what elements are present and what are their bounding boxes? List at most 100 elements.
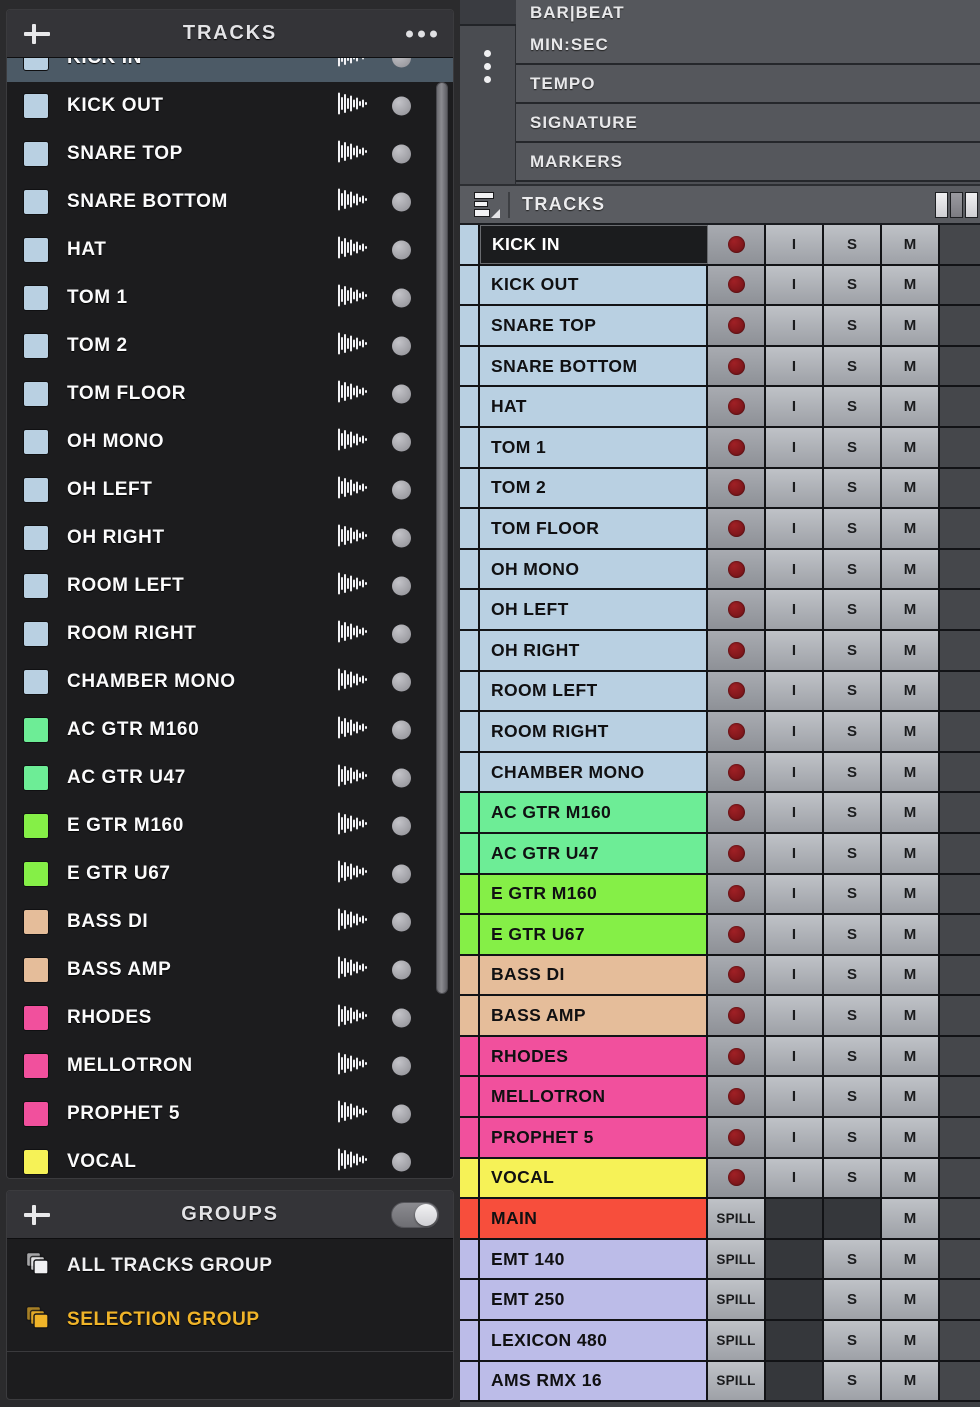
ruler-row-minsec[interactable]: MIN:SEC xyxy=(516,26,980,65)
track-color-swatch[interactable] xyxy=(23,1053,49,1079)
track-name-field[interactable]: OH RIGHT xyxy=(480,630,708,670)
track-row[interactable]: ROOM LEFT I S M xyxy=(460,671,980,713)
record-enable-dot[interactable] xyxy=(392,1056,411,1076)
mute-button[interactable]: M xyxy=(882,427,940,467)
record-enable-dot[interactable] xyxy=(392,960,411,980)
input-monitor-button[interactable]: I xyxy=(766,630,824,670)
sidebar-track-row[interactable]: TOM 1 xyxy=(7,274,453,322)
mute-button[interactable]: M xyxy=(882,590,940,629)
track-name-field[interactable]: ROOM LEFT xyxy=(480,671,708,711)
track-row[interactable]: KICK OUT I S M xyxy=(460,265,980,307)
sidebar-track-row[interactable]: PROPHET 5 xyxy=(7,1090,453,1138)
solo-button[interactable]: S xyxy=(824,509,882,548)
record-arm-button[interactable] xyxy=(708,265,766,305)
track-color-strip[interactable] xyxy=(460,1321,480,1360)
track-row[interactable]: EMT 250 SPILL S M xyxy=(460,1280,980,1322)
track-color-swatch[interactable] xyxy=(23,381,49,407)
track-row[interactable]: RHODES I S M xyxy=(460,1036,980,1078)
solo-button[interactable]: S xyxy=(824,630,882,670)
record-enable-dot[interactable] xyxy=(392,624,411,644)
track-color-swatch[interactable] xyxy=(23,909,49,935)
solo-button[interactable]: S xyxy=(824,590,882,629)
input-monitor-button[interactable]: I xyxy=(766,1036,824,1076)
track-row[interactable]: TOM 2 I S M xyxy=(460,468,980,510)
mute-button[interactable]: M xyxy=(882,630,940,670)
solo-button[interactable]: S xyxy=(824,955,882,995)
track-color-strip[interactable] xyxy=(460,427,480,467)
track-color-swatch[interactable] xyxy=(23,237,49,263)
track-row[interactable]: PROPHET 5 I S M xyxy=(460,1118,980,1159)
track-row[interactable]: BASS DI I S M xyxy=(460,955,980,997)
mute-button[interactable]: M xyxy=(882,874,940,914)
track-name-field[interactable]: MAIN xyxy=(480,1199,708,1238)
input-monitor-button[interactable]: I xyxy=(766,427,824,467)
record-arm-button[interactable] xyxy=(708,833,766,873)
track-name-field[interactable]: SNARE BOTTOM xyxy=(480,346,708,386)
track-name-field[interactable]: OH MONO xyxy=(480,549,708,589)
track-name-field[interactable]: ROOM RIGHT xyxy=(480,712,708,751)
record-arm-button[interactable] xyxy=(708,346,766,386)
track-row[interactable]: TOM FLOOR I S M xyxy=(460,509,980,550)
mute-button[interactable]: M xyxy=(882,1199,940,1238)
mute-button[interactable]: M xyxy=(882,265,940,305)
track-color-swatch[interactable] xyxy=(23,333,49,359)
track-color-strip[interactable] xyxy=(460,387,480,426)
solo-button[interactable]: S xyxy=(824,752,882,792)
spill-button[interactable]: SPILL xyxy=(708,1361,766,1401)
track-row[interactable]: HAT I S M xyxy=(460,387,980,428)
tracks-list-scrollbar[interactable] xyxy=(435,60,449,1172)
add-group-button[interactable] xyxy=(21,1199,53,1231)
mute-button[interactable]: M xyxy=(882,509,940,548)
sidebar-track-row[interactable]: CHAMBER MONO xyxy=(7,658,453,706)
record-enable-dot[interactable] xyxy=(392,480,411,500)
track-row[interactable]: KICK IN I S M xyxy=(460,225,980,266)
track-color-swatch[interactable] xyxy=(23,669,49,695)
track-name-field[interactable]: EMT 250 xyxy=(480,1280,708,1320)
input-monitor-button[interactable]: I xyxy=(766,387,824,426)
record-enable-dot[interactable] xyxy=(392,576,411,596)
record-enable-dot[interactable] xyxy=(392,432,411,452)
record-arm-button[interactable] xyxy=(708,1118,766,1157)
record-arm-button[interactable] xyxy=(708,225,766,264)
record-enable-dot[interactable] xyxy=(392,58,411,68)
mute-button[interactable]: M xyxy=(882,346,940,386)
input-monitor-button[interactable]: I xyxy=(766,833,824,873)
mute-button[interactable]: M xyxy=(882,996,940,1035)
solo-button[interactable]: S xyxy=(824,265,882,305)
record-arm-button[interactable] xyxy=(708,671,766,711)
record-arm-button[interactable] xyxy=(708,915,766,954)
mute-button[interactable]: M xyxy=(882,1321,940,1360)
track-name-field[interactable]: RHODES xyxy=(480,1036,708,1076)
track-color-swatch[interactable] xyxy=(23,285,49,311)
track-row[interactable]: EMT 140 SPILL S M xyxy=(460,1239,980,1281)
input-monitor-button[interactable]: I xyxy=(766,468,824,508)
record-arm-button[interactable] xyxy=(708,874,766,914)
ruler-drag-gutter[interactable] xyxy=(460,26,516,184)
record-arm-button[interactable] xyxy=(708,468,766,508)
track-color-strip[interactable] xyxy=(460,915,480,954)
track-row[interactable]: SNARE BOTTOM I S M xyxy=(460,346,980,388)
sidebar-track-row[interactable]: SNARE BOTTOM xyxy=(7,178,453,226)
track-color-swatch[interactable] xyxy=(23,429,49,455)
input-monitor-button[interactable]: I xyxy=(766,712,824,751)
mute-button[interactable]: M xyxy=(882,387,940,426)
solo-button[interactable]: S xyxy=(824,793,882,832)
mute-button[interactable]: M xyxy=(882,225,940,264)
track-row[interactable]: E GTR M160 I S M xyxy=(460,874,980,916)
groups-enable-toggle[interactable] xyxy=(391,1201,439,1228)
record-enable-dot[interactable] xyxy=(392,720,411,740)
record-enable-dot[interactable] xyxy=(392,144,411,164)
record-arm-button[interactable] xyxy=(708,1036,766,1076)
record-arm-button[interactable] xyxy=(708,549,766,589)
spill-button[interactable]: SPILL xyxy=(708,1239,766,1279)
track-name-field[interactable]: SNARE TOP xyxy=(480,306,708,345)
input-monitor-button[interactable]: I xyxy=(766,1077,824,1117)
track-name-field[interactable]: BASS AMP xyxy=(480,996,708,1035)
mute-button[interactable]: M xyxy=(882,671,940,711)
track-row[interactable]: MELLOTRON I S M xyxy=(460,1077,980,1119)
spill-button[interactable]: SPILL xyxy=(708,1280,766,1320)
mute-button[interactable]: M xyxy=(882,1239,940,1279)
sidebar-track-row[interactable]: OH MONO xyxy=(7,418,453,466)
mute-button[interactable]: M xyxy=(882,915,940,954)
solo-button[interactable]: S xyxy=(824,671,882,711)
